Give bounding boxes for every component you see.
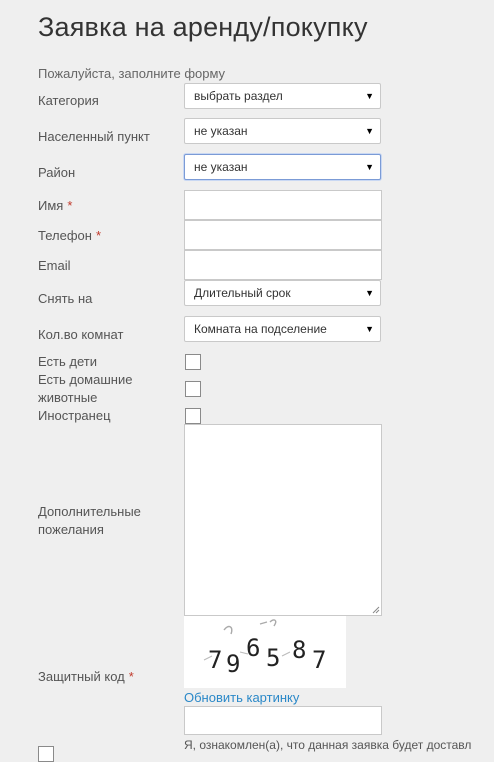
foreigner-checkbox[interactable] [185, 408, 201, 424]
svg-text:5: 5 [266, 644, 280, 672]
rent-for-select-value: Длительный срок [194, 286, 291, 300]
foreigner-label: Иностранец [38, 408, 111, 423]
svg-text:8: 8 [292, 636, 306, 664]
rent-for-select[interactable]: Длительный срок ▼ [184, 280, 381, 306]
city-select-value: не указан [194, 124, 248, 138]
svg-text:7: 7 [312, 646, 326, 674]
category-select[interactable]: выбрать раздел ▼ [184, 83, 381, 109]
svg-text:6: 6 [246, 634, 260, 662]
resize-grip-icon[interactable] [372, 606, 380, 614]
captcha-label: Защитный код * [38, 669, 134, 684]
district-select[interactable]: не указан ▼ [184, 154, 381, 180]
phone-label: Телефон * [38, 228, 101, 243]
pets-checkbox[interactable] [185, 381, 201, 397]
triangle-down-icon: ▼ [365, 162, 374, 172]
email-label: Email [38, 258, 71, 273]
captcha-input[interactable] [184, 706, 382, 735]
district-label: Район [38, 165, 76, 180]
city-label: Населенный пункт [38, 129, 150, 144]
rooms-select[interactable]: Комната на подселение ▼ [184, 316, 381, 342]
rent-for-label: Снять на [38, 291, 93, 306]
svg-text:9: 9 [226, 650, 240, 678]
wishes-textarea[interactable] [184, 424, 382, 616]
children-label: Есть дети [38, 354, 97, 369]
svg-text:7: 7 [208, 646, 222, 674]
form-intro: Пожалуйста, заполните форму [38, 66, 226, 81]
triangle-down-icon: ▼ [365, 324, 374, 334]
name-input[interactable] [184, 190, 382, 220]
page-title: Заявка на аренду/покупку [38, 12, 368, 42]
pets-label: Есть домашние животные [38, 372, 133, 405]
triangle-down-icon: ▼ [365, 91, 374, 101]
email-input[interactable] [184, 250, 382, 280]
children-checkbox[interactable] [185, 354, 201, 370]
category-select-value: выбрать раздел [194, 89, 283, 103]
wishes-label: Дополнительные пожелания [38, 504, 141, 537]
triangle-down-icon: ▼ [365, 126, 374, 136]
name-label: Имя * [38, 198, 73, 213]
refresh-captcha-link[interactable]: Обновить картинку [184, 690, 299, 705]
required-mark: * [67, 198, 73, 213]
captcha-image: 7 9 6 5 8 7 796587 [184, 616, 346, 688]
city-select[interactable]: не указан ▼ [184, 118, 381, 144]
rooms-select-value: Комната на подселение [194, 322, 327, 336]
district-select-value: не указан [194, 160, 248, 174]
rooms-label: Кол.во комнат [38, 327, 124, 342]
agreement-checkbox[interactable] [38, 746, 54, 762]
phone-input[interactable] [184, 220, 382, 250]
required-mark: * [128, 669, 134, 684]
required-mark: * [95, 228, 101, 243]
captcha-graphic: 7 9 6 5 8 7 796587 [203, 619, 326, 678]
category-label: Категория [38, 93, 99, 108]
triangle-down-icon: ▼ [365, 288, 374, 298]
agreement-text: Я, ознакомлен(а), что данная заявка буде… [184, 738, 472, 752]
